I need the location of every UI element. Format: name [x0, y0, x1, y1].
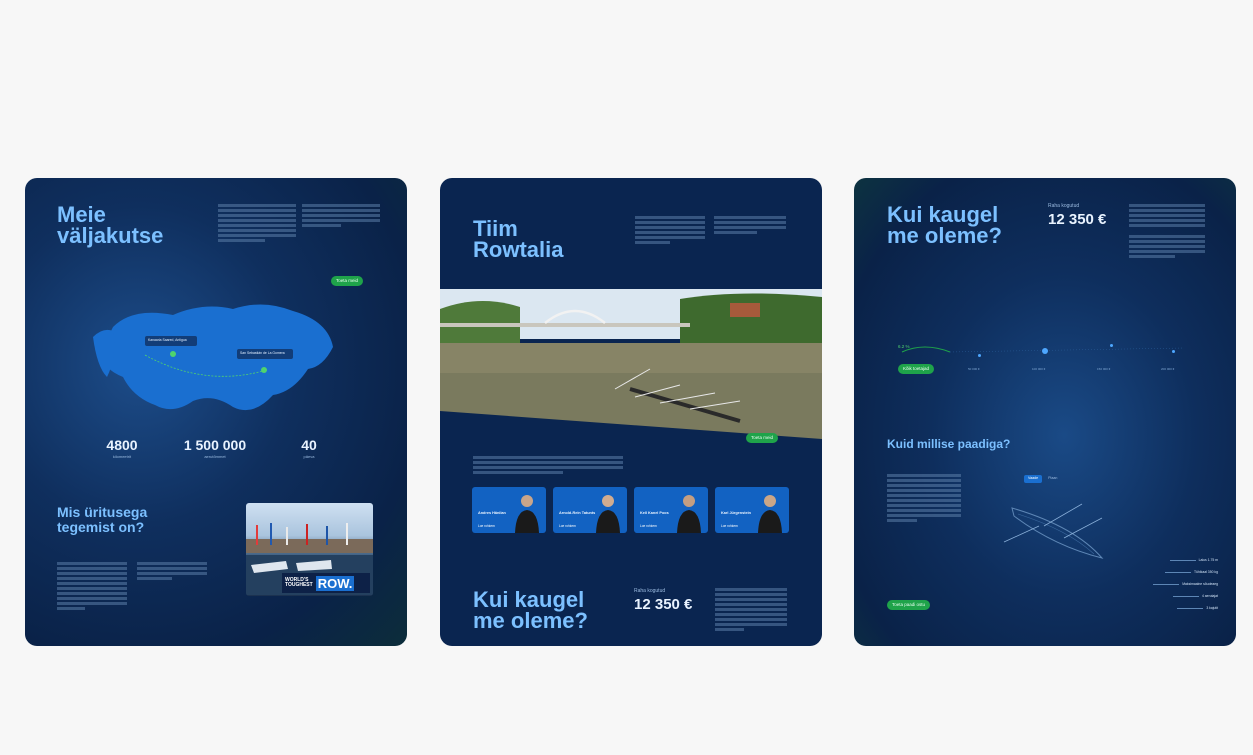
spec-4: 4 aerutajat [1172, 594, 1218, 598]
spec-5: 3 kajutit [1177, 606, 1218, 610]
presentation-stage: Meie väljakutse Toeta meid Kanaaria Saar… [0, 0, 1253, 755]
team-member-3-photo [677, 495, 701, 533]
stat-strokes-label: aerutõmmet [204, 454, 226, 459]
panel1-title-line1: Meie [57, 202, 106, 227]
panel3-title: Kui kaugel me oleme? [887, 202, 1002, 248]
panel-team: Tiim Rowtalia Toeta meid Andres Hänilan … [440, 178, 822, 646]
panel1-intro-text [218, 204, 296, 242]
panel3-raised-label: Raha kogutud [1048, 203, 1080, 209]
progress-percent: 6.2 % [898, 344, 910, 349]
support-boat-button[interactable]: Toeta paadi ostu [887, 600, 931, 610]
panel1-support-button[interactable]: Toeta meid [331, 276, 364, 286]
logo-line2: TOUGHEST [285, 582, 313, 588]
spec-2: Tühikaal 350 kg [1165, 570, 1218, 574]
world-map [93, 304, 333, 411]
team-member-4-photo [758, 495, 782, 533]
team-card-2-name: Arnold-Rein Tatunts [559, 511, 596, 515]
team-card-3-name: Kell Kanel Poos [640, 511, 669, 515]
team-card-2-link[interactable]: Loe rohkem [559, 524, 576, 528]
team-card-1-link[interactable]: Loe rohkem [478, 524, 495, 528]
world-toughest-row-logo: WORLD'S TOUGHEST ROW. [282, 573, 370, 593]
team-card-1[interactable]: Andres Hänilan Loe rohkem [472, 487, 546, 533]
tab-plan[interactable]: Plaan [1044, 475, 1061, 483]
panel2-intro-text-2 [714, 216, 786, 234]
boat-view-tabs: Vaade Plaan [1024, 475, 1061, 483]
map-label-end: San Sebastián de La Gomera [237, 349, 293, 359]
milestone-dot-3 [1110, 344, 1113, 347]
panel-challenge: Meie väljakutse Toeta meid Kanaaria Saar… [25, 178, 407, 646]
team-card-1-name: Andres Hänilan [478, 511, 506, 515]
stat-km-label: kilomeetrit [112, 454, 132, 459]
team-member-1-photo [515, 495, 539, 533]
panel1-subtitle: Mis üritusega tegemist on? [57, 505, 147, 535]
boat-section-text [887, 474, 961, 522]
tab-view[interactable]: Vaade [1024, 475, 1043, 483]
panel1-title: Meie väljakutse [57, 202, 164, 248]
team-member-2-photo [596, 495, 620, 533]
panel3-progress-text [1129, 204, 1205, 258]
panel2-title-line2: Rowtalia [473, 237, 564, 262]
panel2-progress-title-line2: me oleme? [473, 608, 588, 633]
milestone-1-label: 50 000 € [968, 367, 980, 371]
map-pin-end-icon [261, 367, 267, 373]
map-label-start: Kanaaria Saared, Antigua [145, 336, 197, 346]
panel2-raised-label: Raha kogutud [634, 588, 666, 594]
milestone-dot-1 [978, 354, 981, 357]
panel2-title: Tiim Rowtalia [473, 216, 564, 262]
panel1-title-line2: väljakutse [57, 223, 164, 248]
panel2-raised-amount: 12 350 € [634, 596, 693, 613]
panel2-intro-text [635, 216, 705, 244]
team-card-3-link[interactable]: Loe rohkem [640, 524, 657, 528]
panel1-subtitle-line1: Mis üritusega [57, 504, 148, 520]
boat-illustration [1003, 503, 1104, 559]
team-card-4-link[interactable]: Loe rohkem [721, 524, 738, 528]
milestone-2-label: 100 000 € [1032, 367, 1046, 371]
team-card-4[interactable]: Karl Jürgenstein Loe rohkem [715, 487, 789, 533]
team-card-4-name: Karl Jürgenstein [721, 511, 751, 515]
stat-days-value: 40 [301, 437, 317, 453]
panel2-progress-title: Kui kaugel me oleme? [473, 587, 588, 633]
milestone-4-label: 200 000 € [1161, 367, 1175, 371]
panel3-title-line1: Kui kaugel [887, 202, 999, 227]
stat-days-label: päeva [303, 454, 315, 459]
panel1-intro-text-2 [302, 204, 380, 227]
panel2-progress-title-line1: Kui kaugel [473, 587, 585, 612]
map-pin-start-icon [170, 351, 176, 357]
team-card-2[interactable]: Arnold-Rein Tatunts Loe rohkem [553, 487, 627, 533]
spec-3: Maksimaalne sõudeaeg [1153, 582, 1218, 586]
spec-1: Laius 1.75 m [1169, 558, 1218, 562]
panel2-progress-text [715, 588, 787, 631]
logo-row-text: ROW. [315, 575, 355, 591]
panel-progress: Kui kaugel me oleme? Raha kogutud 12 350… [854, 178, 1236, 646]
panel3-raised-amount: 12 350 € [1048, 211, 1107, 228]
panel1-event-text [57, 562, 127, 610]
stat-km-value: 4800 [106, 437, 138, 453]
boat-section-title: Kuid millise paadiga? [887, 437, 1011, 451]
panel2-support-button[interactable]: Toeta meid [746, 433, 779, 443]
panel1-subtitle-line2: tegemist on? [57, 519, 145, 535]
panel2-title-line1: Tiim [473, 216, 518, 241]
team-rowing-photo [440, 289, 822, 439]
panel3-title-line2: me oleme? [887, 223, 1002, 248]
stat-strokes-value: 1 500 000 [183, 437, 247, 453]
panel2-team-text [473, 456, 623, 474]
panel1-event-text-2 [137, 562, 207, 580]
milestone-dot-2 [1042, 348, 1048, 354]
milestone-dot-4 [1172, 350, 1175, 353]
all-supporters-button[interactable]: Kõik toetajad [898, 364, 935, 374]
team-card-3[interactable]: Kell Kanel Poos Loe rohkem [634, 487, 708, 533]
milestone-3-label: 150 000 € [1097, 367, 1111, 371]
event-photo: WORLD'S TOUGHEST ROW. [246, 503, 373, 596]
